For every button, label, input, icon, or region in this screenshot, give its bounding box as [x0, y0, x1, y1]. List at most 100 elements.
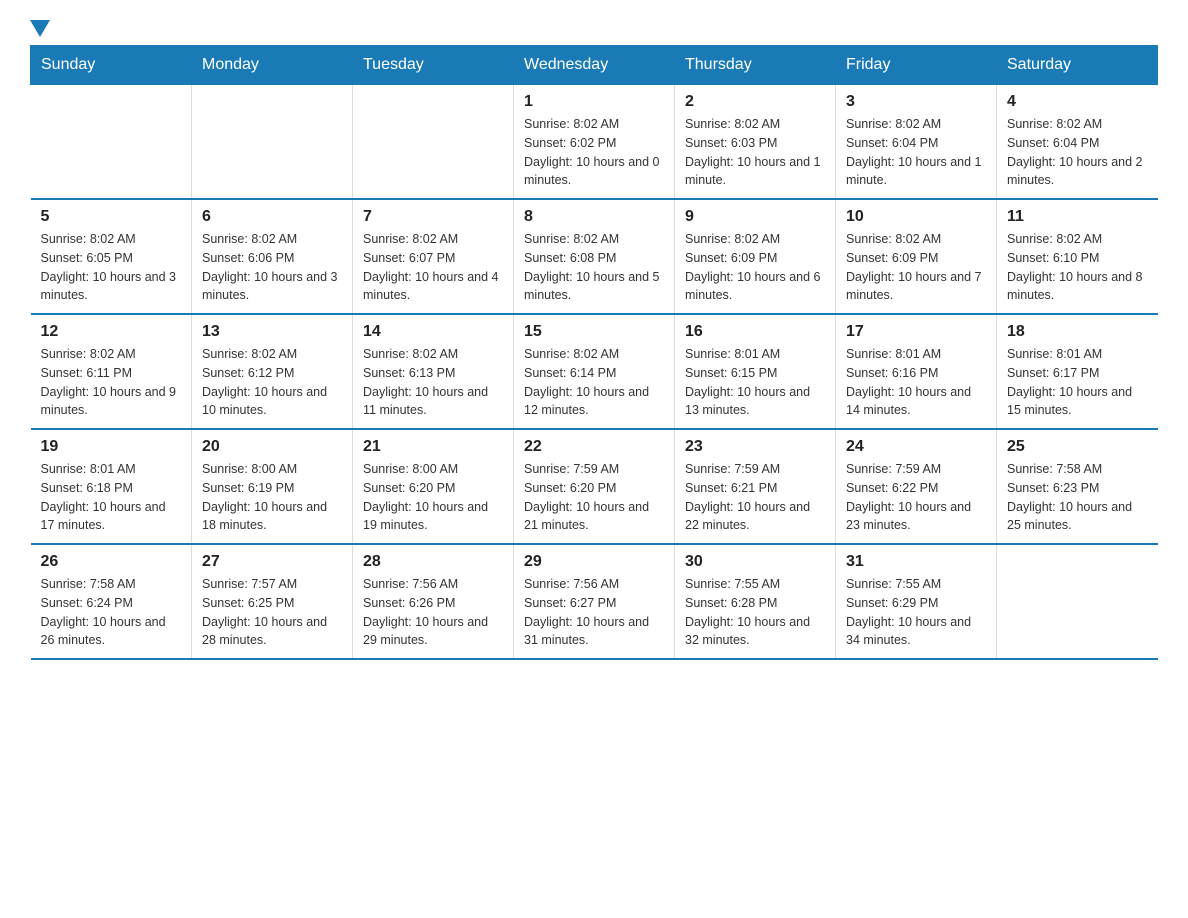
day-number: 13: [202, 323, 342, 341]
calendar-cell: 17Sunrise: 8:01 AM Sunset: 6:16 PM Dayli…: [836, 314, 997, 429]
calendar-cell: 3 Sunrise: 8:02 AM Sunset: 6:04 PM Daylig…: [836, 85, 997, 200]
column-header-thursday: Thursday: [675, 46, 836, 85]
day-number: 18: [1007, 323, 1148, 341]
day-number: 25: [1007, 438, 1148, 456]
day-info: Sunrise: 8:01 AM Sunset: 6:18 PM Dayligh…: [41, 460, 182, 535]
day-number: 19: [41, 438, 182, 456]
calendar-cell: 27 Sunrise: 7:57 AM Sunset: 6:25 PM Dayli…: [192, 544, 353, 659]
calendar-cell: 18 Sunrise: 8:01 AM Sunset: 6:17 PM Dayli…: [997, 314, 1158, 429]
day-info: Sunrise: 7:55 AM Sunset: 6:28 PM Dayligh…: [685, 575, 825, 650]
calendar-cell: 23 Sunrise: 7:59 AM Sunset: 6:21 PM Dayli…: [675, 429, 836, 544]
day-number: 27: [202, 553, 342, 571]
day-number: 16: [685, 323, 825, 341]
day-info: Sunrise: 8:00 AM Sunset: 6:19 PM Dayligh…: [202, 460, 342, 535]
day-info: Sunrise: 7:57 AM Sunset: 6:25 PM Dayligh…: [202, 575, 342, 650]
day-number: 14: [363, 323, 503, 341]
day-number: 6: [202, 208, 342, 226]
day-info: Sunrise: 8:02 AM Sunset: 6:07 PM Dayligh…: [363, 230, 503, 305]
calendar-cell: 2Sunrise: 8:02 AM Sunset: 6:03 PM Daylig…: [675, 85, 836, 200]
day-number: 20: [202, 438, 342, 456]
day-number: 31: [846, 553, 986, 571]
calendar-cell: 28 Sunrise: 7:56 AM Sunset: 6:26 PM Dayli…: [353, 544, 514, 659]
day-number: 26: [41, 553, 182, 571]
day-number: 9: [685, 208, 825, 226]
calendar-cell: 30Sunrise: 7:55 AM Sunset: 6:28 PM Dayli…: [675, 544, 836, 659]
calendar-cell: 26 Sunrise: 7:58 AM Sunset: 6:24 PM Dayli…: [31, 544, 192, 659]
day-info: Sunrise: 8:02 AM Sunset: 6:13 PM Dayligh…: [363, 345, 503, 420]
column-header-friday: Friday: [836, 46, 997, 85]
column-header-wednesday: Wednesday: [514, 46, 675, 85]
day-info: Sunrise: 8:02 AM Sunset: 6:02 PM Dayligh…: [524, 115, 664, 190]
calendar-cell: 14 Sunrise: 8:02 AM Sunset: 6:13 PM Dayli…: [353, 314, 514, 429]
day-info: Sunrise: 8:02 AM Sunset: 6:03 PM Dayligh…: [685, 115, 825, 190]
day-number: 3: [846, 93, 986, 111]
page-header: [30, 20, 1158, 35]
calendar-cell: 15 Sunrise: 8:02 AM Sunset: 6:14 PM Dayli…: [514, 314, 675, 429]
logo: [30, 20, 50, 35]
calendar-cell: 6 Sunrise: 8:02 AM Sunset: 6:06 PM Daylig…: [192, 199, 353, 314]
day-number: 7: [363, 208, 503, 226]
calendar-cell: 22Sunrise: 7:59 AM Sunset: 6:20 PM Dayli…: [514, 429, 675, 544]
day-number: 1: [524, 93, 664, 111]
calendar-week-row: 1 Sunrise: 8:02 AM Sunset: 6:02 PM Daylig…: [31, 85, 1158, 200]
calendar-cell: [997, 544, 1158, 659]
day-info: Sunrise: 8:02 AM Sunset: 6:14 PM Dayligh…: [524, 345, 664, 420]
day-info: Sunrise: 8:02 AM Sunset: 6:11 PM Dayligh…: [41, 345, 182, 420]
calendar-cell: 10 Sunrise: 8:02 AM Sunset: 6:09 PM Dayli…: [836, 199, 997, 314]
day-info: Sunrise: 7:58 AM Sunset: 6:24 PM Dayligh…: [41, 575, 182, 650]
calendar-cell: 16 Sunrise: 8:01 AM Sunset: 6:15 PM Dayli…: [675, 314, 836, 429]
day-info: Sunrise: 8:00 AM Sunset: 6:20 PM Dayligh…: [363, 460, 503, 535]
day-number: 4: [1007, 93, 1148, 111]
column-header-tuesday: Tuesday: [353, 46, 514, 85]
day-info: Sunrise: 8:02 AM Sunset: 6:09 PM Dayligh…: [846, 230, 986, 305]
day-info: Sunrise: 8:02 AM Sunset: 6:04 PM Dayligh…: [846, 115, 986, 190]
day-number: 11: [1007, 208, 1148, 226]
day-number: 10: [846, 208, 986, 226]
calendar-table: SundayMondayTuesdayWednesdayThursdayFrid…: [30, 45, 1158, 660]
day-number: 29: [524, 553, 664, 571]
day-info: Sunrise: 7:59 AM Sunset: 6:21 PM Dayligh…: [685, 460, 825, 535]
calendar-cell: 11 Sunrise: 8:02 AM Sunset: 6:10 PM Dayli…: [997, 199, 1158, 314]
day-info: Sunrise: 8:02 AM Sunset: 6:09 PM Dayligh…: [685, 230, 825, 305]
day-info: Sunrise: 7:56 AM Sunset: 6:27 PM Dayligh…: [524, 575, 664, 650]
day-info: Sunrise: 7:59 AM Sunset: 6:20 PM Dayligh…: [524, 460, 664, 535]
calendar-cell: 12 Sunrise: 8:02 AM Sunset: 6:11 PM Dayli…: [31, 314, 192, 429]
calendar-cell: 7 Sunrise: 8:02 AM Sunset: 6:07 PM Daylig…: [353, 199, 514, 314]
calendar-cell: 8Sunrise: 8:02 AM Sunset: 6:08 PM Daylig…: [514, 199, 675, 314]
column-header-monday: Monday: [192, 46, 353, 85]
day-number: 8: [524, 208, 664, 226]
calendar-cell: 1 Sunrise: 8:02 AM Sunset: 6:02 PM Daylig…: [514, 85, 675, 200]
day-number: 23: [685, 438, 825, 456]
logo-arrow-icon: [30, 20, 50, 37]
calendar-cell: 19 Sunrise: 8:01 AM Sunset: 6:18 PM Dayli…: [31, 429, 192, 544]
calendar-cell: 25Sunrise: 7:58 AM Sunset: 6:23 PM Dayli…: [997, 429, 1158, 544]
day-number: 21: [363, 438, 503, 456]
calendar-header-row: SundayMondayTuesdayWednesdayThursdayFrid…: [31, 46, 1158, 85]
calendar-cell: [192, 85, 353, 200]
day-info: Sunrise: 8:02 AM Sunset: 6:10 PM Dayligh…: [1007, 230, 1148, 305]
calendar-cell: 9 Sunrise: 8:02 AM Sunset: 6:09 PM Daylig…: [675, 199, 836, 314]
day-info: Sunrise: 7:55 AM Sunset: 6:29 PM Dayligh…: [846, 575, 986, 650]
calendar-cell: 29 Sunrise: 7:56 AM Sunset: 6:27 PM Dayli…: [514, 544, 675, 659]
calendar-cell: [31, 85, 192, 200]
calendar-cell: [353, 85, 514, 200]
day-info: Sunrise: 8:01 AM Sunset: 6:17 PM Dayligh…: [1007, 345, 1148, 420]
calendar-cell: 21 Sunrise: 8:00 AM Sunset: 6:20 PM Dayli…: [353, 429, 514, 544]
day-number: 12: [41, 323, 182, 341]
calendar-cell: 31 Sunrise: 7:55 AM Sunset: 6:29 PM Dayli…: [836, 544, 997, 659]
day-info: Sunrise: 8:02 AM Sunset: 6:12 PM Dayligh…: [202, 345, 342, 420]
calendar-cell: 20 Sunrise: 8:00 AM Sunset: 6:19 PM Dayli…: [192, 429, 353, 544]
day-info: Sunrise: 8:02 AM Sunset: 6:04 PM Dayligh…: [1007, 115, 1148, 190]
day-info: Sunrise: 8:01 AM Sunset: 6:16 PM Dayligh…: [846, 345, 986, 420]
day-info: Sunrise: 8:01 AM Sunset: 6:15 PM Dayligh…: [685, 345, 825, 420]
day-number: 28: [363, 553, 503, 571]
day-info: Sunrise: 7:56 AM Sunset: 6:26 PM Dayligh…: [363, 575, 503, 650]
day-number: 24: [846, 438, 986, 456]
day-number: 15: [524, 323, 664, 341]
calendar-week-row: 19 Sunrise: 8:01 AM Sunset: 6:18 PM Dayli…: [31, 429, 1158, 544]
calendar-cell: 5Sunrise: 8:02 AM Sunset: 6:05 PM Daylig…: [31, 199, 192, 314]
calendar-week-row: 12 Sunrise: 8:02 AM Sunset: 6:11 PM Dayli…: [31, 314, 1158, 429]
day-info: Sunrise: 7:59 AM Sunset: 6:22 PM Dayligh…: [846, 460, 986, 535]
column-header-sunday: Sunday: [31, 46, 192, 85]
day-info: Sunrise: 8:02 AM Sunset: 6:06 PM Dayligh…: [202, 230, 342, 305]
